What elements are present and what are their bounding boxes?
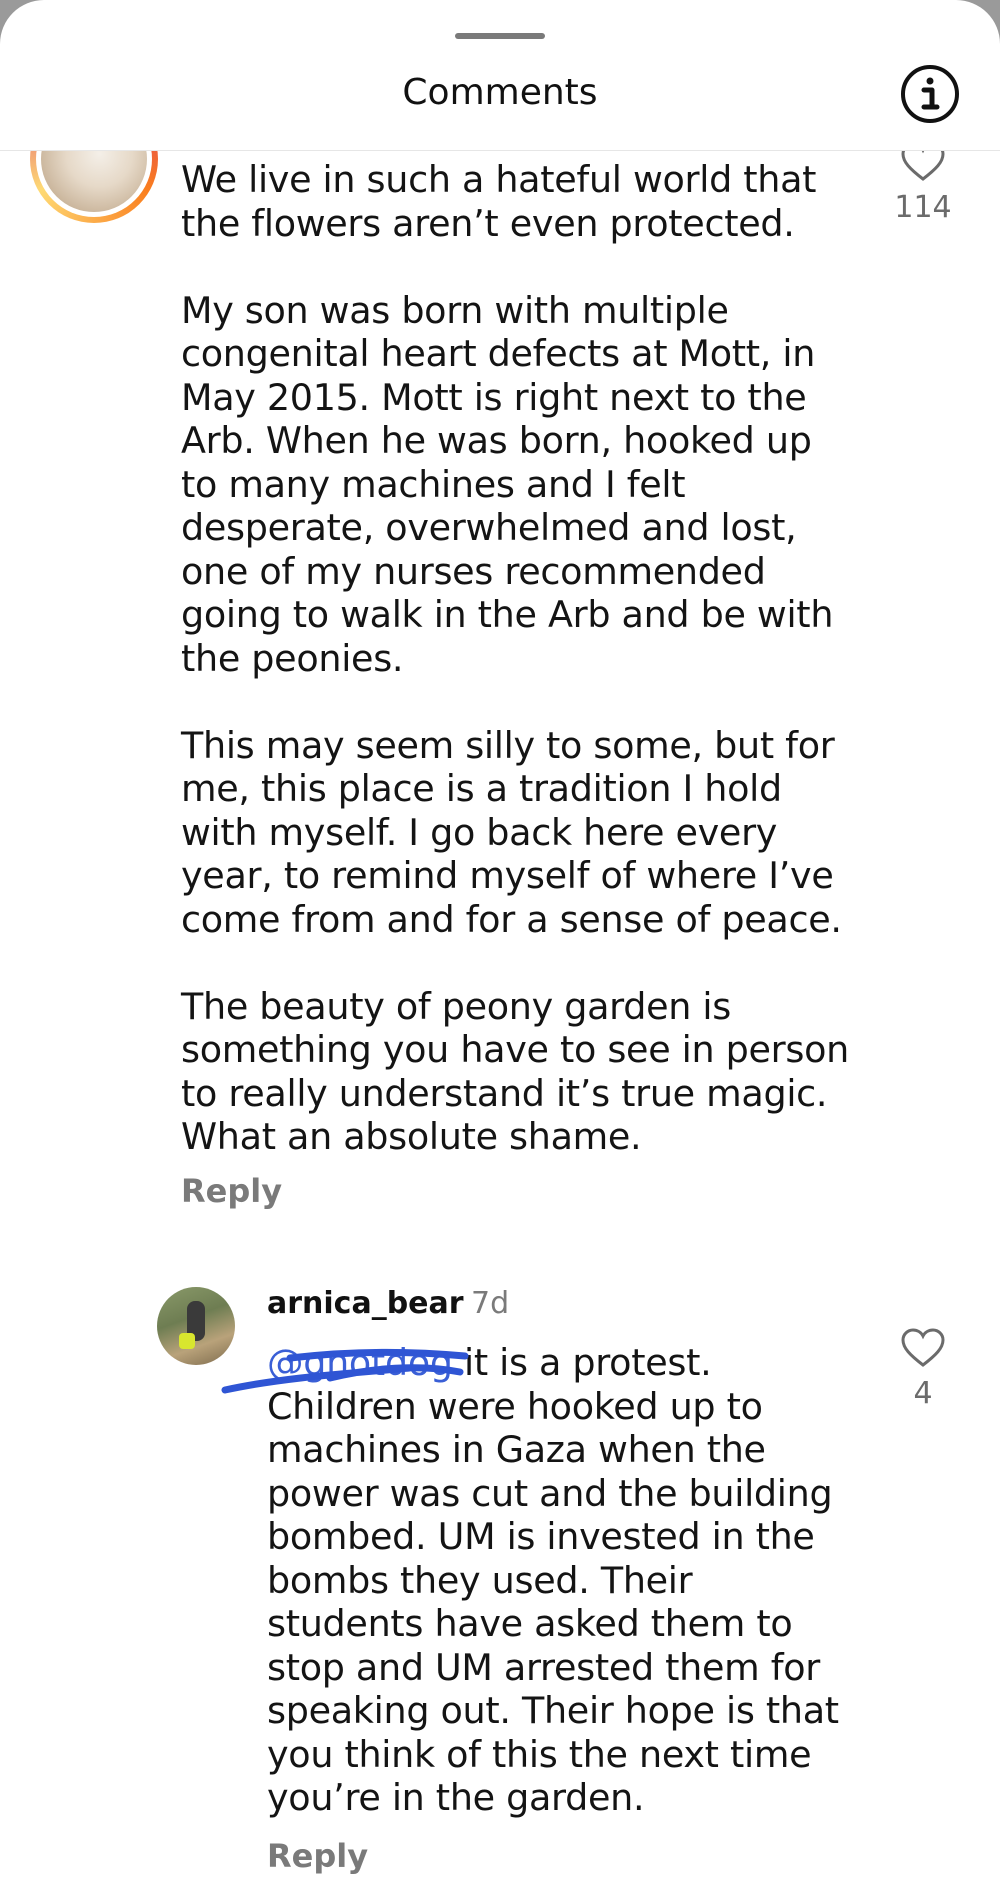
heart-icon <box>901 1328 945 1367</box>
like-count: 114 <box>894 190 952 225</box>
reply-button[interactable]: Reply <box>267 1837 368 1875</box>
like-button[interactable]: 114 <box>893 142 953 225</box>
username[interactable]: arnica_bear <box>267 1286 464 1321</box>
comments-sheet: We live in such a hateful world that the… <box>0 0 1000 1891</box>
comment-text: We live in such a hateful world that the… <box>181 158 849 1158</box>
comments-list: We live in such a hateful world that the… <box>0 0 1000 1891</box>
comment-body: it is a protest. Children were hooked up… <box>267 1341 839 1819</box>
comment-text: @gnotdog it is a protest. Children were … <box>267 1341 967 1820</box>
like-count: 4 <box>913 1376 933 1411</box>
drag-handle[interactable] <box>455 33 545 39</box>
page-title: Comments <box>402 72 598 113</box>
sheet-header: Comments <box>0 0 1000 151</box>
info-button[interactable] <box>900 64 960 124</box>
reply-button[interactable]: Reply <box>181 1172 282 1210</box>
info-icon <box>901 65 959 123</box>
timestamp: 7d <box>471 1286 510 1321</box>
redaction-scribble <box>221 1348 469 1394</box>
like-button[interactable]: 4 <box>893 1328 953 1411</box>
